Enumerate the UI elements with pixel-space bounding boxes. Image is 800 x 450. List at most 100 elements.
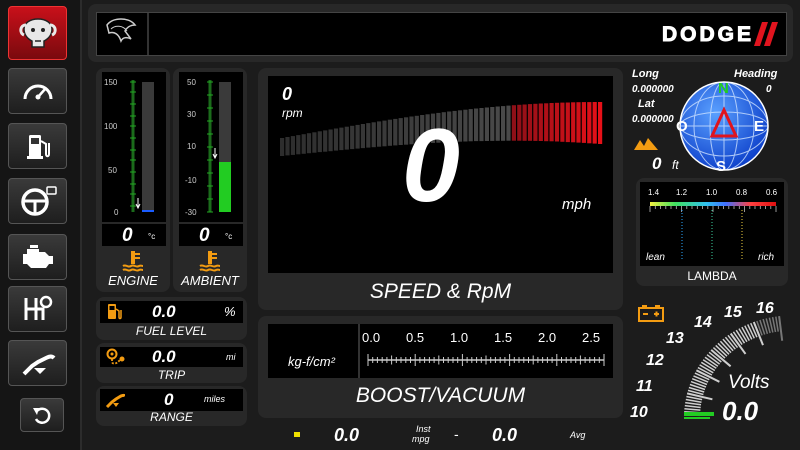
fuel-level-panel: 0.0 % FUEL LEVEL — [96, 297, 247, 340]
boost-tick-scale — [367, 354, 605, 366]
rpm-segment — [350, 125, 355, 150]
lambda-bar — [650, 202, 776, 206]
engine-label: ENGINE — [108, 273, 158, 288]
volts-tick — [685, 401, 702, 406]
back-button[interactable] — [20, 398, 64, 432]
ambient-temp-bar-screen: 50 30 10 -10 -30 — [179, 72, 243, 222]
shifter-button[interactable] — [8, 286, 67, 332]
volts-scale-12: 12 — [646, 352, 664, 369]
rpm-segment — [280, 138, 285, 156]
engine-scale-150: 150 — [104, 78, 118, 87]
fuel-pump-small-icon — [108, 304, 122, 320]
trip-readout: 0.0 mi — [100, 347, 243, 367]
fuel-level-value: 0.0 — [152, 302, 176, 321]
rpm-segment — [296, 135, 301, 155]
mpg-indicator — [294, 432, 300, 437]
fuel-nozzle-icon — [22, 354, 55, 376]
altitude-mountain-icon — [634, 138, 658, 150]
rpm-segment — [554, 102, 560, 142]
rpm-segment — [377, 121, 382, 147]
volts-scale-10: 10 — [630, 404, 648, 421]
rpm-unit: rpm — [282, 106, 303, 120]
rpm-segment — [522, 104, 527, 141]
rpm-segment — [506, 105, 511, 141]
top-banner: DODGE — [88, 4, 793, 62]
rpm-segment — [366, 123, 371, 148]
fuel-level-label: FUEL LEVEL — [135, 324, 208, 338]
rpm-segment — [495, 106, 500, 141]
boost-screen: kg-f/cm² 0.0 0.5 1.0 1.5 2.0 2.5 — [268, 324, 613, 378]
volts-level-bar — [684, 412, 714, 416]
avg-label: Avg — [570, 430, 586, 440]
rpm-segment — [468, 109, 473, 142]
rpm-segment — [533, 103, 538, 141]
rpm-segment — [560, 102, 565, 142]
mpg-separator: - — [454, 426, 459, 442]
longitude-value: 0.000000 — [632, 84, 674, 95]
lambda-rich-label: rich — [758, 252, 775, 263]
ambient-temp-value: 0 — [199, 225, 210, 246]
ambient-label: AMBIENT — [181, 273, 239, 288]
engine-temp-panel: 150 100 50 0 0 °c ENGINE — [96, 68, 170, 292]
trip-label: TRIP — [157, 368, 186, 382]
ambient-temp-unit: °c — [225, 232, 233, 241]
trip-unit: mi — [226, 352, 236, 362]
rpm-segment — [463, 109, 468, 142]
coolant-temp-icon — [122, 251, 144, 272]
ambient-scale-30: 30 — [187, 110, 196, 119]
range-label: RANGE — [150, 410, 193, 424]
volts-tick — [691, 378, 708, 386]
rpm-segment — [587, 102, 592, 144]
rpm-segment — [517, 104, 522, 141]
rpm-segment — [592, 102, 597, 144]
compass-south: S — [716, 158, 727, 175]
rpm-segment — [479, 108, 484, 142]
speed-rpm-title: SPEED & RpM — [369, 280, 512, 303]
rpm-segment — [285, 137, 290, 156]
ambient-scale-10: 10 — [187, 142, 196, 151]
gauge-button[interactable] — [8, 68, 67, 114]
trip-route-icon — [106, 348, 125, 365]
rpm-segment — [581, 102, 586, 143]
rpm-segment — [301, 134, 306, 154]
rpm-segment — [387, 119, 392, 146]
rpm-segment — [312, 132, 317, 153]
latitude-value: 0.000000 — [632, 114, 674, 125]
boost-panel: kg-f/cm² 0.0 0.5 1.0 1.5 2.0 2.5 BOOST/V… — [258, 316, 623, 418]
shifter-icon — [24, 295, 52, 320]
gauge-icon — [23, 84, 52, 100]
engine-button[interactable] — [8, 234, 67, 280]
steering-button[interactable] — [8, 178, 67, 224]
volts-tick — [775, 316, 779, 332]
ambient-scale-minus10: -10 — [185, 176, 197, 185]
rpm-segment — [501, 106, 506, 141]
compass-west: O — [676, 118, 688, 135]
engine-temp-unit: °c — [148, 232, 156, 241]
engine-temp-bar-screen: 150 100 50 0 — [102, 72, 166, 222]
longitude-label: Long — [632, 68, 659, 80]
rpm-segment — [355, 124, 360, 149]
fuel-pump-icon — [26, 135, 50, 159]
rpm-segment — [527, 104, 533, 141]
dodge-stripes-icon — [754, 22, 778, 46]
lambda-screen: 1.4 1.2 1.0 0.8 0.6 lean rich — [640, 182, 784, 266]
rpm-segment — [484, 107, 489, 141]
rpm-value: 0 — [282, 84, 293, 104]
volts-tick — [684, 404, 701, 409]
engine-temp-readout: 0 °c — [102, 224, 166, 246]
fuel-level-readout: 0.0 % — [100, 301, 243, 323]
fuel-nozzle-button[interactable] — [8, 340, 67, 386]
range-unit: miles — [204, 394, 226, 404]
rpm-segment — [474, 108, 479, 142]
rpm-segment — [393, 118, 398, 146]
fuel-button[interactable] — [8, 123, 67, 169]
ambient-scale-50: 50 — [187, 78, 196, 87]
engine-temp-value: 0 — [122, 225, 133, 246]
volts-label: Volts — [728, 372, 770, 393]
fuel-level-unit: % — [224, 304, 236, 319]
lambda-panel: 1.4 1.2 1.0 0.8 0.6 lean rich LAMBDA — [636, 178, 788, 286]
boost-title: BOOST/VACUUM — [355, 384, 526, 407]
volts-value: 0.0 — [722, 396, 759, 426]
fuel-nozzle-small-icon — [105, 393, 125, 409]
ram-logo-button[interactable] — [8, 6, 67, 60]
